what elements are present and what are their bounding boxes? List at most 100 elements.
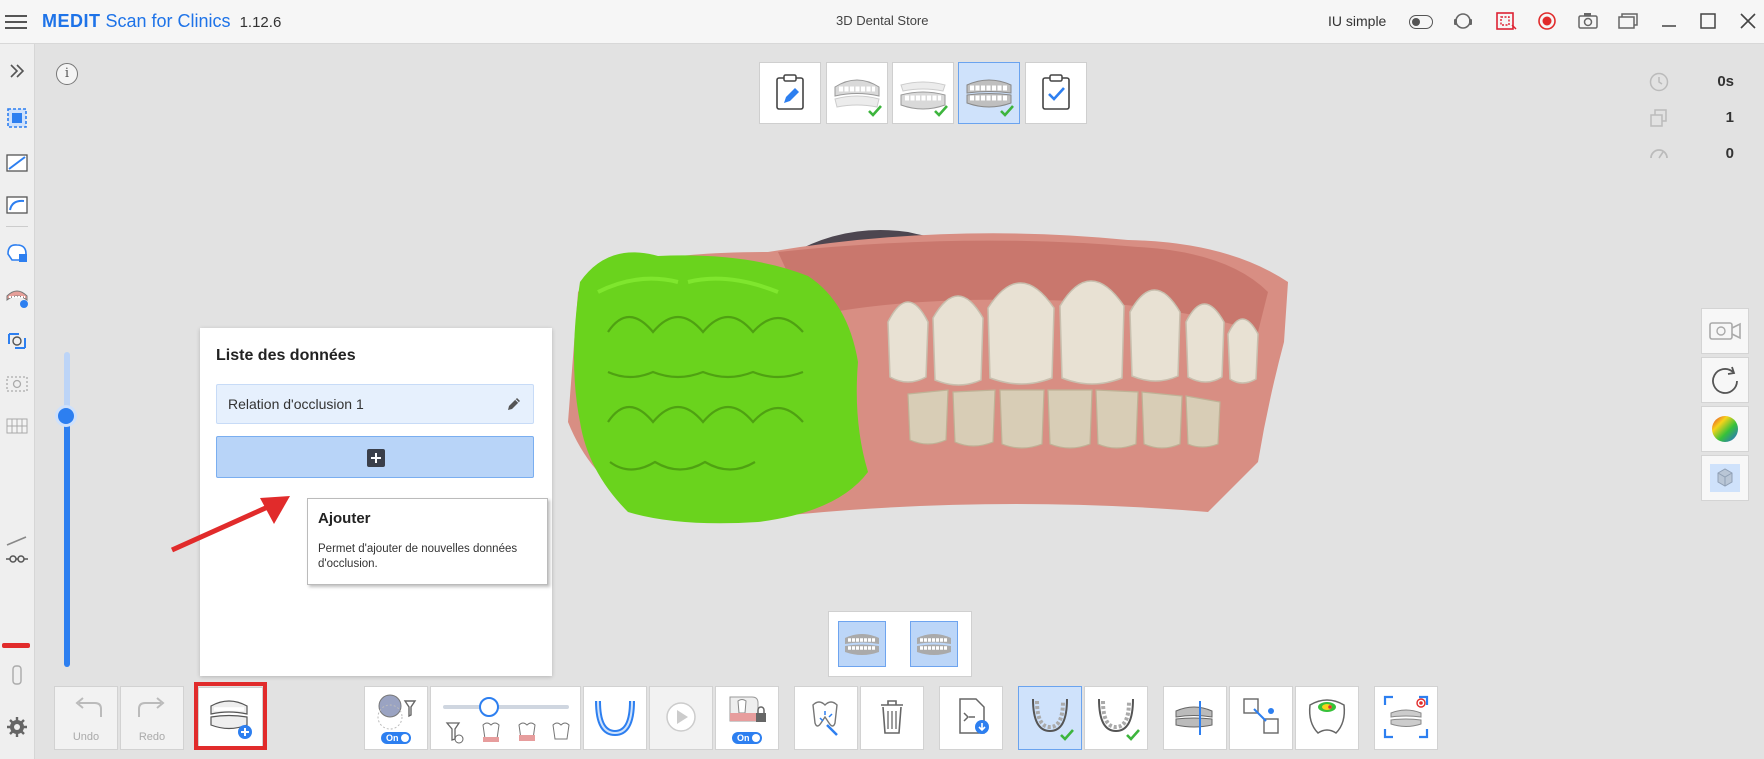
simple-ui-toggle[interactable] xyxy=(1409,15,1433,29)
undo-icon xyxy=(75,697,102,717)
filter-level-group xyxy=(430,686,581,750)
stage-tab-notes[interactable] xyxy=(759,62,821,124)
play-button[interactable] xyxy=(649,686,713,750)
lower-arch-icon xyxy=(1098,698,1140,741)
maximize-icon[interactable] xyxy=(1697,11,1719,31)
occlusion-icon xyxy=(966,79,1014,117)
arch-icon xyxy=(595,700,635,737)
brand-product: Scan for Clinics xyxy=(105,11,231,31)
remote-support-icon[interactable] xyxy=(1452,11,1474,31)
vertical-slider-handle[interactable] xyxy=(55,405,77,427)
close-icon[interactable] xyxy=(1737,11,1759,31)
compare-button[interactable] xyxy=(1229,686,1293,750)
settings-gear-icon[interactable] xyxy=(4,714,30,740)
filter-level-track[interactable] xyxy=(443,705,569,709)
screen-record-area-icon[interactable] xyxy=(1495,11,1517,31)
arch-scan-button[interactable] xyxy=(583,686,647,750)
select-area-icon[interactable] xyxy=(4,105,30,131)
video-camera-button[interactable] xyxy=(1701,308,1749,354)
video-camera-icon xyxy=(1709,322,1741,340)
bite-selector xyxy=(828,611,972,677)
app-title: MEDIT Scan for Clinics 1.12.6 xyxy=(42,11,281,32)
occlusion-relation-label: Relation d'occlusion 1 xyxy=(228,396,364,412)
scan-frame-icon xyxy=(1383,695,1429,739)
app-version: 1.12.6 xyxy=(239,14,282,31)
lower-arch-button[interactable] xyxy=(1084,686,1148,750)
record-icon[interactable] xyxy=(1536,11,1558,31)
ai-filter-button[interactable]: On xyxy=(364,686,428,750)
window-title[interactable]: 3D Dental Store xyxy=(836,13,929,28)
annotation-arrow xyxy=(170,496,290,553)
copies-icon xyxy=(1650,109,1667,127)
simple-ui-label: IU simple xyxy=(1328,13,1387,29)
smart-lock-on-toggle[interactable]: On xyxy=(732,732,762,744)
dental-3d-model[interactable] xyxy=(568,222,1292,544)
redo-button[interactable]: Redo xyxy=(120,686,184,750)
occlusion-heatmap-icon xyxy=(1308,699,1346,734)
stage-tab-review[interactable] xyxy=(1025,62,1087,124)
undo-button[interactable]: Undo xyxy=(54,686,118,750)
sidebar-divider xyxy=(6,226,28,227)
tooth-wand-icon xyxy=(812,701,838,736)
section-view-button[interactable] xyxy=(1163,686,1227,750)
scanner-device-icon[interactable] xyxy=(4,662,30,688)
redo-label: Redo xyxy=(138,731,166,743)
highlight-box xyxy=(194,682,267,750)
bite-2-icon xyxy=(917,634,951,655)
tooth-select-button[interactable] xyxy=(794,686,858,750)
data-count-value: 1 xyxy=(1725,109,1734,126)
occlusion-analysis-button[interactable] xyxy=(1295,686,1359,750)
clipboard-check-icon xyxy=(1042,74,1070,110)
add-tooltip: Ajouter Permet d'ajouter de nouvelles do… xyxy=(307,498,548,585)
stage-tab-mandible[interactable] xyxy=(892,62,954,124)
reset-view-button[interactable] xyxy=(1701,357,1749,403)
jaw-scan-icon[interactable] xyxy=(4,284,30,310)
redo-icon xyxy=(138,697,165,717)
document-export-icon xyxy=(959,698,989,734)
rate-value: 0 xyxy=(1725,145,1734,162)
smart-lock-button[interactable]: On xyxy=(715,686,779,750)
stage-tab-occlusion[interactable] xyxy=(958,62,1020,124)
clipboard-edit-icon xyxy=(776,74,804,110)
connection-icon[interactable] xyxy=(4,546,30,572)
rotate-icon xyxy=(1712,366,1738,394)
vertical-slider-fill xyxy=(64,418,70,667)
teeth-grid-icon[interactable] xyxy=(4,413,30,439)
trim-icon[interactable] xyxy=(4,150,30,176)
ai-filter-on-toggle[interactable]: On xyxy=(381,732,411,744)
speed-gauge-icon xyxy=(1650,149,1668,159)
undo-label: Undo xyxy=(72,731,100,743)
color-map-button[interactable] xyxy=(1701,406,1749,452)
compare-hand-icon xyxy=(1243,698,1279,734)
filter-area-icon[interactable] xyxy=(4,328,30,354)
plus-icon xyxy=(367,449,385,467)
add-occlusion-button[interactable] xyxy=(216,436,534,478)
gallery-icon[interactable] xyxy=(1617,11,1639,31)
menu-icon[interactable] xyxy=(5,12,27,30)
lock-area-icon[interactable] xyxy=(4,240,30,266)
expand-sidebar-icon[interactable] xyxy=(4,58,30,84)
export-button[interactable] xyxy=(939,686,1003,750)
stage-tab-maxilla[interactable] xyxy=(826,62,888,124)
upper-arch-button[interactable] xyxy=(1018,686,1082,750)
screenshot-icon[interactable] xyxy=(1577,11,1599,31)
bite-option-2[interactable] xyxy=(910,621,958,667)
minimize-icon[interactable] xyxy=(1658,11,1680,31)
trash-icon xyxy=(881,700,903,734)
color-wheel-icon xyxy=(1712,416,1738,442)
filter-level-handle[interactable] xyxy=(479,697,499,717)
scan-area-capture-button[interactable] xyxy=(1374,686,1438,750)
status-indicator-bar xyxy=(2,643,30,648)
pencil-edit-icon[interactable] xyxy=(505,395,523,413)
scan-time-stat: 0s xyxy=(1648,71,1748,93)
texture-toggle-button[interactable] xyxy=(1701,455,1749,501)
occlusion-relation-item[interactable]: Relation d'occlusion 1 xyxy=(216,384,534,424)
lasso-icon[interactable] xyxy=(4,192,30,218)
clock-icon xyxy=(1649,72,1669,92)
delete-button[interactable] xyxy=(860,686,924,750)
info-button[interactable]: i xyxy=(56,63,78,85)
upper-jaw-icon xyxy=(834,79,882,117)
upper-arch-icon xyxy=(1032,698,1074,741)
bite-option-1[interactable] xyxy=(838,621,886,667)
capture-icon[interactable] xyxy=(4,371,30,397)
